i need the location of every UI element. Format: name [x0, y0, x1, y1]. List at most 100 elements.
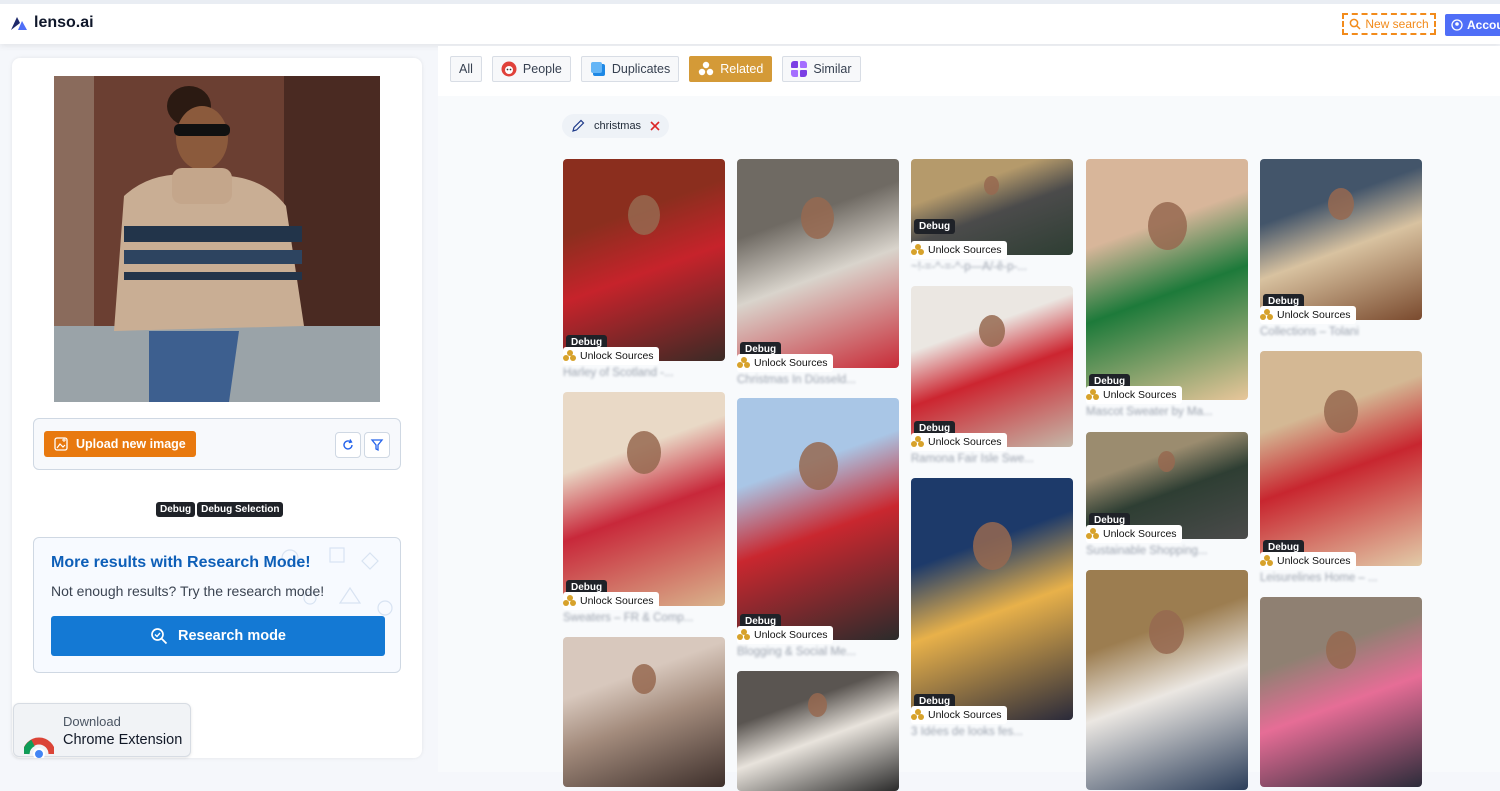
unlock-icon [737, 629, 751, 641]
chrome-extension-banner[interactable]: Download Chrome Extension [13, 703, 191, 758]
unlock-icon [1086, 389, 1100, 401]
result-card[interactable]: Debug Unlock Sources Blogging & Social Me.… [737, 398, 899, 658]
pencil-icon[interactable] [570, 118, 586, 134]
refresh-icon [343, 439, 353, 450]
tab-all[interactable]: All [450, 56, 482, 82]
debug-tags: Debug Debug Selection [156, 502, 284, 517]
new-search-button[interactable]: New search [1342, 13, 1436, 35]
result-image[interactable] [1086, 159, 1248, 400]
result-card[interactable]: Debug Unlock Sources Harley of Scotland -.… [563, 159, 725, 379]
tab-related[interactable]: Related [689, 56, 773, 82]
unlock-sources-button[interactable]: Unlock Sources [911, 706, 1007, 724]
result-caption[interactable]: Mascot Sweater by Ma... [1086, 406, 1246, 418]
chrome-ext-line2: Chrome Extension [63, 732, 183, 748]
research-button-label: Research mode [178, 628, 286, 644]
result-image[interactable] [563, 159, 725, 361]
unlock-icon [1260, 555, 1274, 567]
upload-new-image-button[interactable]: Upload new image [44, 431, 196, 457]
result-image[interactable] [737, 159, 899, 368]
result-card[interactable]: Debug Unlock Sources Collections – Tolani [1260, 159, 1422, 338]
unlock-sources-button[interactable]: Unlock Sources [1260, 306, 1356, 324]
result-image[interactable] [563, 637, 725, 787]
debug-tag[interactable]: Debug [156, 502, 196, 517]
filter-icon [370, 439, 384, 452]
tab-people[interactable]: People [491, 56, 571, 82]
research-title: More results with Research Mode! [51, 554, 311, 571]
unlock-sources-label: Unlock Sources [754, 357, 828, 369]
debug-label[interactable]: Debug [914, 219, 956, 234]
unlock-icon [737, 357, 751, 369]
research-mode-button[interactable]: Research mode [51, 616, 385, 656]
unlock-sources-label: Unlock Sources [1277, 309, 1351, 321]
unlock-sources-button[interactable]: Unlock Sources [911, 433, 1007, 451]
unlock-sources-button[interactable]: Unlock Sources [563, 347, 659, 365]
result-card[interactable]: Debug Unlock Sources Sustainable Shopping.… [1086, 432, 1248, 557]
upload-label: Upload new image [76, 437, 186, 451]
refresh-button[interactable] [335, 432, 361, 458]
unlock-sources-label: Unlock Sources [580, 595, 654, 607]
account-button[interactable]: Accou [1445, 14, 1500, 36]
result-image[interactable] [1260, 597, 1422, 787]
result-card[interactable]: Debug Unlock Sources Ramona Fair Isle Swe.… [911, 286, 1073, 465]
result-caption[interactable]: Harley of Scotland -... [563, 367, 723, 379]
result-caption[interactable]: Sweaters – FR & Comp... [563, 612, 723, 624]
image-upload-icon [54, 437, 68, 451]
tab-similar[interactable]: Similar [782, 56, 861, 82]
unlock-sources-label: Unlock Sources [928, 244, 1002, 256]
people-icon [501, 61, 517, 77]
result-card[interactable] [1086, 570, 1248, 790]
logo[interactable]: lenso.ai [10, 14, 94, 32]
unlock-icon [911, 709, 925, 721]
unlock-sources-button[interactable]: Unlock Sources [563, 592, 659, 610]
tab-similar-label: Similar [813, 62, 852, 76]
result-image[interactable] [1086, 570, 1248, 790]
unlock-icon [1086, 528, 1100, 540]
result-card[interactable]: Debug Unlock Sources Sweaters – FR & Comp.… [563, 392, 725, 624]
debug-selection-tag[interactable]: Debug Selection [197, 502, 284, 517]
unlock-sources-button[interactable]: Unlock Sources [911, 241, 1007, 259]
tab-duplicates-label: Duplicates [611, 62, 671, 76]
result-caption[interactable]: Blogging & Social Me... [737, 646, 897, 658]
result-image[interactable] [737, 671, 899, 791]
result-card[interactable]: Debug Unlock Sources Mascot Sweater by Ma.… [1086, 159, 1248, 418]
unlock-icon [911, 244, 925, 256]
result-caption[interactable]: Christmas In Düsseld... [737, 374, 897, 386]
tab-related-label: Related [720, 62, 764, 76]
duplicates-icon [590, 62, 605, 76]
result-caption[interactable]: Leisurelines Home – ... [1260, 572, 1420, 584]
result-card[interactable] [1260, 597, 1422, 787]
logo-text: lenso.ai [34, 14, 94, 31]
result-card[interactable]: Debug Unlock Sources Leisurelines Home – .… [1260, 351, 1422, 584]
result-image[interactable] [1260, 351, 1422, 566]
chrome-icon [24, 737, 54, 758]
upload-box: Upload new image [33, 418, 401, 470]
result-card[interactable]: Debug Unlock Sources ~!-=-^-=-^-p—Ä/-ê-p-.… [911, 159, 1073, 273]
left-panel: Upload new image Debug Debug Selection M… [12, 58, 422, 758]
unlock-sources-button[interactable]: Unlock Sources [737, 354, 833, 372]
result-caption[interactable]: Ramona Fair Isle Swe... [911, 453, 1071, 465]
filter-button[interactable] [364, 432, 390, 458]
result-card[interactable] [563, 637, 725, 787]
result-caption[interactable]: 3 Idées de looks fes... [911, 726, 1071, 738]
result-caption[interactable]: Sustainable Shopping... [1086, 545, 1246, 557]
tab-duplicates[interactable]: Duplicates [580, 56, 680, 82]
result-image[interactable] [563, 392, 725, 606]
unlock-icon [563, 350, 577, 362]
top-bar: lenso.ai New search Accou [0, 0, 1500, 44]
result-caption[interactable]: ~!-=-^-=-^-p—Ä/-ê-p-... [911, 261, 1071, 273]
unlock-sources-label: Unlock Sources [1277, 555, 1351, 567]
result-image[interactable] [911, 478, 1073, 720]
unlock-sources-button[interactable]: Unlock Sources [1086, 386, 1182, 404]
close-icon[interactable] [649, 120, 661, 132]
unlock-icon [1260, 309, 1274, 321]
unlock-sources-label: Unlock Sources [580, 350, 654, 362]
result-image[interactable] [737, 398, 899, 640]
result-caption[interactable]: Collections – Tolani [1260, 326, 1420, 338]
result-card[interactable] [737, 671, 899, 791]
result-card[interactable]: Debug Unlock Sources 3 Idées de looks fes.… [911, 478, 1073, 738]
result-card[interactable]: Debug Unlock Sources Christmas In Düsseld.… [737, 159, 899, 386]
unlock-sources-button[interactable]: Unlock Sources [737, 626, 833, 644]
unlock-sources-button[interactable]: Unlock Sources [1260, 552, 1356, 570]
unlock-sources-button[interactable]: Unlock Sources [1086, 525, 1182, 543]
account-label: Accou [1467, 18, 1500, 32]
